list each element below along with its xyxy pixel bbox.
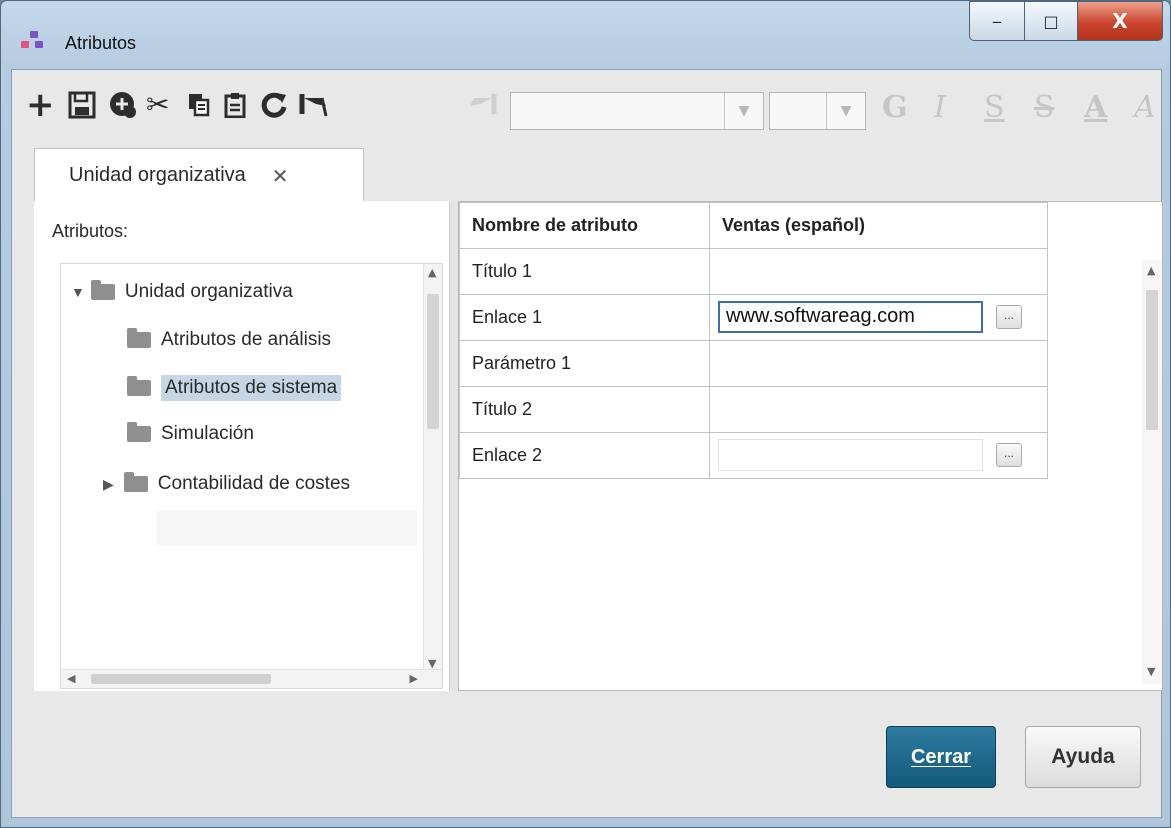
close-button[interactable]: Cerrar bbox=[886, 726, 996, 788]
folder-icon bbox=[90, 280, 115, 300]
scroll-thumb[interactable] bbox=[1146, 290, 1158, 430]
attribute-value-cell[interactable] bbox=[709, 386, 1048, 433]
window-title: Atributos bbox=[65, 33, 137, 53]
maximize-icon: □ bbox=[1043, 11, 1059, 31]
close-window-button[interactable]: X bbox=[1077, 1, 1163, 41]
cut-icon[interactable]: ✂ bbox=[146, 88, 169, 122]
maximize-button[interactable]: □ bbox=[1024, 1, 1078, 41]
folder-icon bbox=[127, 422, 151, 442]
browse-button[interactable]: ... bbox=[996, 305, 1022, 329]
plus-icon[interactable]: + bbox=[26, 88, 55, 122]
undo-icon[interactable] bbox=[298, 88, 328, 122]
table-row: Parámetro 1 bbox=[459, 340, 1048, 387]
paste-icon[interactable] bbox=[224, 88, 246, 122]
copy-icon[interactable] bbox=[188, 88, 210, 122]
attribute-name-cell: Título 2 bbox=[459, 386, 710, 433]
attributes-panel: Atributos: ▼ Unidad organizativa Atribut… bbox=[34, 201, 1163, 691]
bold-icon: G bbox=[882, 90, 908, 125]
attribute-value-cell[interactable] bbox=[709, 248, 1048, 295]
font-size-combo[interactable]: ▼ bbox=[769, 92, 866, 130]
redo-icon bbox=[468, 88, 498, 122]
underline-icon: S bbox=[984, 90, 1005, 125]
help-button-label: Ayuda bbox=[1051, 745, 1115, 768]
folder-icon bbox=[123, 472, 148, 492]
grid-vertical-scrollbar[interactable]: ▲ ▼ bbox=[1142, 260, 1162, 684]
expand-icon[interactable]: ▶ bbox=[103, 476, 114, 493]
attribute-table: Nombre de atributo Ventas (español) Títu… bbox=[459, 202, 1048, 479]
tree-node-simulacion[interactable]: Simulación bbox=[127, 414, 254, 454]
italic-icon: I bbox=[934, 90, 946, 125]
tab-label: Unidad organizativa bbox=[69, 164, 246, 186]
table-row: Enlace 1 www.softwareag.com ... bbox=[459, 294, 1048, 341]
link-input[interactable] bbox=[718, 439, 983, 471]
tree-node-unidad-organizativa[interactable]: ▼ Unidad organizativa bbox=[71, 272, 293, 312]
minimize-button[interactable]: ‒ bbox=[969, 1, 1025, 41]
tab-unidad-organizativa[interactable]: Unidad organizativa ✕ bbox=[34, 148, 364, 202]
save-icon[interactable] bbox=[68, 88, 96, 122]
attribute-name-cell: Enlace 1 bbox=[459, 294, 710, 341]
attribute-tree[interactable]: ▼ Unidad organizativa Atributos de análi… bbox=[60, 263, 443, 689]
scroll-up-icon[interactable]: ▲ bbox=[428, 266, 436, 279]
strikethrough-icon: S bbox=[1034, 90, 1055, 125]
tree-node-contabilidad-de-costes[interactable]: ▶ Contabilidad de costes bbox=[103, 464, 350, 504]
tree-node-label: Atributos de sistema bbox=[161, 375, 342, 401]
toolbar: + ✂ ▼ ▼ G I S S A A bbox=[12, 70, 1161, 140]
minimize-icon: ‒ bbox=[991, 11, 1003, 31]
scroll-thumb[interactable] bbox=[427, 294, 439, 429]
tree-node-label: Unidad organizativa bbox=[124, 281, 293, 302]
add-object-icon[interactable] bbox=[108, 88, 138, 122]
attribute-name-cell: Título 1 bbox=[459, 248, 710, 295]
attribute-name-cell: Parámetro 1 bbox=[459, 340, 710, 387]
tree-node-label: Atributos de análisis bbox=[161, 329, 332, 350]
close-button-label: Cerrar bbox=[910, 745, 972, 768]
font-name-combo[interactable]: ▼ bbox=[510, 92, 764, 130]
column-header-name[interactable]: Nombre de atributo bbox=[459, 202, 710, 249]
expand-icon[interactable]: ▼ bbox=[71, 284, 85, 300]
tree-node-label: Simulación bbox=[161, 423, 254, 444]
scroll-down-icon[interactable]: ▼ bbox=[1147, 665, 1155, 678]
tab-strip: Unidad organizativa ✕ bbox=[12, 140, 1161, 202]
folder-icon bbox=[127, 376, 151, 396]
table-header-row: Nombre de atributo Ventas (español) bbox=[459, 202, 1048, 249]
table-row: Título 2 bbox=[459, 386, 1048, 433]
scroll-left-icon[interactable]: ◀ bbox=[67, 672, 75, 685]
tree-node-label: Contabilidad de costes bbox=[157, 473, 351, 494]
refresh-icon[interactable] bbox=[260, 88, 288, 122]
tree-horizontal-scrollbar[interactable]: ◀ ▶ bbox=[61, 669, 442, 688]
scroll-up-icon[interactable]: ▲ bbox=[1147, 264, 1155, 277]
attribute-value-cell[interactable] bbox=[709, 340, 1048, 387]
close-icon[interactable]: ✕ bbox=[272, 164, 289, 188]
chevron-down-icon[interactable]: ▼ bbox=[826, 93, 865, 129]
app-icon bbox=[21, 29, 45, 51]
table-row: Título 1 bbox=[459, 248, 1048, 295]
column-header-language[interactable]: Ventas (español) bbox=[709, 202, 1048, 249]
folder-icon bbox=[127, 328, 151, 348]
app-window: Atributos ‒ □ X + ✂ ▼ ▼ G I S S A A Unid… bbox=[0, 0, 1171, 828]
chevron-down-icon[interactable]: ▼ bbox=[724, 93, 763, 129]
attribute-value-cell: www.softwareag.com ... bbox=[709, 294, 1048, 341]
close-icon: X bbox=[1112, 9, 1128, 33]
scroll-right-icon[interactable]: ▶ bbox=[410, 672, 418, 685]
help-button[interactable]: Ayuda bbox=[1025, 726, 1141, 788]
tree-pane: Atributos: ▼ Unidad organizativa Atribut… bbox=[34, 201, 444, 691]
tree-node-atributos-de-sistema[interactable]: Atributos de sistema bbox=[127, 368, 342, 408]
scroll-thumb[interactable] bbox=[91, 674, 271, 684]
tree-vertical-scrollbar[interactable]: ▲ ▼ bbox=[423, 264, 442, 672]
browse-button[interactable]: ... bbox=[996, 443, 1022, 467]
dialog-client: + ✂ ▼ ▼ G I S S A A Unidad organizativa … bbox=[11, 69, 1163, 818]
tree-blank-row bbox=[157, 510, 417, 546]
attribute-value-cell: ... bbox=[709, 432, 1048, 479]
highlight-icon: A bbox=[1134, 90, 1156, 125]
attribute-name-cell: Enlace 2 bbox=[459, 432, 710, 479]
font-color-icon: A bbox=[1084, 90, 1108, 125]
attribute-grid: Nombre de atributo Ventas (español) Títu… bbox=[458, 201, 1163, 691]
tree-node-atributos-de-analisis[interactable]: Atributos de análisis bbox=[127, 320, 331, 360]
link-input[interactable]: www.softwareag.com bbox=[718, 301, 983, 333]
table-row: Enlace 2 ... bbox=[459, 432, 1048, 479]
attributes-label: Atributos: bbox=[52, 221, 129, 241]
